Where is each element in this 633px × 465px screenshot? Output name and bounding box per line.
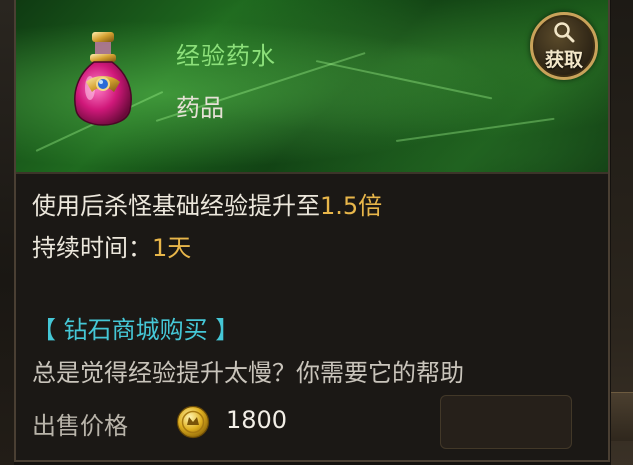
duration-label: 持续时间： — [32, 234, 152, 262]
get-button-label: 获取 — [544, 49, 583, 71]
potion-icon — [74, 32, 132, 126]
background-left — [0, 0, 14, 465]
effect-line: 使用后杀怪基础经验提升至1.5倍 — [32, 186, 382, 221]
effect-value: 1.5倍 — [320, 192, 383, 220]
price-value: 1800 — [226, 406, 288, 434]
shop-source-link[interactable]: 【 钻石商城购买 】 — [32, 310, 239, 345]
item-tooltip: 经验药水 药品 获取 使用后杀怪基础经验提升至1.5倍 持续时间：1天 【 钻石… — [14, 0, 610, 462]
background-button — [611, 392, 633, 441]
gold-coin-icon — [176, 405, 210, 439]
item-header: 经验药水 药品 获取 — [16, 0, 608, 174]
item-description: 总是觉得经验提升太慢？你需要它的帮助 — [32, 359, 464, 387]
price-label: 出售价格 — [32, 412, 128, 440]
background-ghost-button — [440, 395, 572, 449]
get-button[interactable]: 获取 — [530, 12, 598, 80]
item-name: 经验药水 — [176, 42, 276, 70]
glow-streak — [315, 60, 493, 100]
duration-line: 持续时间：1天 — [32, 228, 191, 263]
magnifier-icon — [554, 22, 575, 43]
glow-streak — [395, 117, 555, 142]
item-type: 药品 — [176, 94, 224, 122]
duration-value: 1天 — [152, 234, 192, 262]
effect-text: 使用后杀怪基础经验提升至 — [32, 192, 320, 220]
